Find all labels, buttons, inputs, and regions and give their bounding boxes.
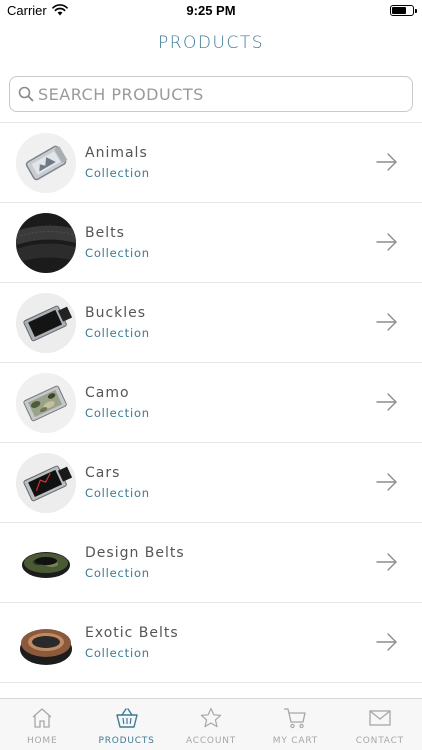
page-title: PRODUCTS — [157, 33, 265, 53]
product-thumbnail — [16, 613, 76, 673]
list-item[interactable]: Animals Collection — [0, 123, 422, 203]
product-subtitle: Collection — [85, 566, 150, 580]
tab-home[interactable]: HOME — [0, 699, 84, 750]
product-title: Animals — [85, 145, 148, 161]
star-icon — [200, 707, 222, 733]
tab-account[interactable]: ACCOUNT — [169, 699, 253, 750]
product-list: Animals Collection Belts Collection Buckles C… — [0, 122, 422, 683]
tab-contact[interactable]: CONTACT — [338, 699, 422, 750]
product-title: Buckles — [85, 305, 147, 321]
product-subtitle: Collection — [85, 166, 150, 180]
home-icon — [31, 707, 53, 733]
product-title: Exotic Belts — [85, 625, 179, 641]
arrow-right-icon[interactable] — [376, 632, 398, 656]
list-item[interactable]: Belts Collection — [0, 203, 422, 283]
product-title: Belts — [85, 225, 125, 241]
tab-my-cart[interactable]: MY CART — [253, 699, 337, 750]
product-thumbnail — [16, 533, 76, 593]
arrow-right-icon[interactable] — [376, 152, 398, 176]
battery-level — [392, 7, 406, 14]
list-item[interactable]: Design Belts Collection — [0, 523, 422, 603]
product-title: Design Belts — [85, 545, 185, 561]
arrow-right-icon[interactable] — [376, 392, 398, 416]
search-bar[interactable] — [9, 76, 413, 112]
status-bar: Carrier 9:25 PM — [0, 0, 422, 22]
tab-label: PRODUCTS — [98, 736, 155, 746]
list-item[interactable]: Camo Collection — [0, 363, 422, 443]
list-item[interactable]: Exotic Belts Collection — [0, 603, 422, 683]
product-subtitle: Collection — [85, 486, 150, 500]
product-thumbnail — [16, 373, 76, 433]
product-thumbnail — [16, 133, 76, 193]
tab-label: HOME — [26, 736, 58, 746]
tab-bar: HOME PRODUCTS ACCOUNT MY CART CONTACT — [0, 698, 422, 750]
product-subtitle: Collection — [85, 326, 150, 340]
product-title: Camo — [85, 385, 130, 401]
list-item[interactable]: Cars Collection — [0, 443, 422, 523]
mail-icon — [368, 707, 392, 733]
tab-label: ACCOUNT — [185, 736, 237, 746]
tab-products[interactable]: PRODUCTS — [84, 699, 168, 750]
status-time: 9:25 PM — [186, 3, 236, 18]
search-icon — [18, 86, 34, 102]
product-thumbnail — [16, 213, 76, 273]
product-thumbnail — [16, 293, 76, 353]
product-title: Cars — [85, 465, 121, 481]
list-item[interactable]: Buckles Collection — [0, 283, 422, 363]
basket-icon — [115, 707, 139, 733]
arrow-right-icon[interactable] — [376, 472, 398, 496]
battery-icon — [390, 5, 417, 16]
arrow-right-icon[interactable] — [376, 552, 398, 576]
product-thumbnail — [16, 453, 76, 513]
cart-icon — [283, 707, 307, 733]
arrow-right-icon[interactable] — [376, 232, 398, 256]
tab-label: CONTACT — [355, 736, 404, 746]
arrow-right-icon[interactable] — [376, 312, 398, 336]
product-subtitle: Collection — [85, 246, 150, 260]
search-input[interactable] — [38, 77, 398, 111]
product-subtitle: Collection — [85, 406, 150, 420]
product-subtitle: Collection — [85, 646, 150, 660]
tab-label: MY CART — [272, 736, 319, 746]
